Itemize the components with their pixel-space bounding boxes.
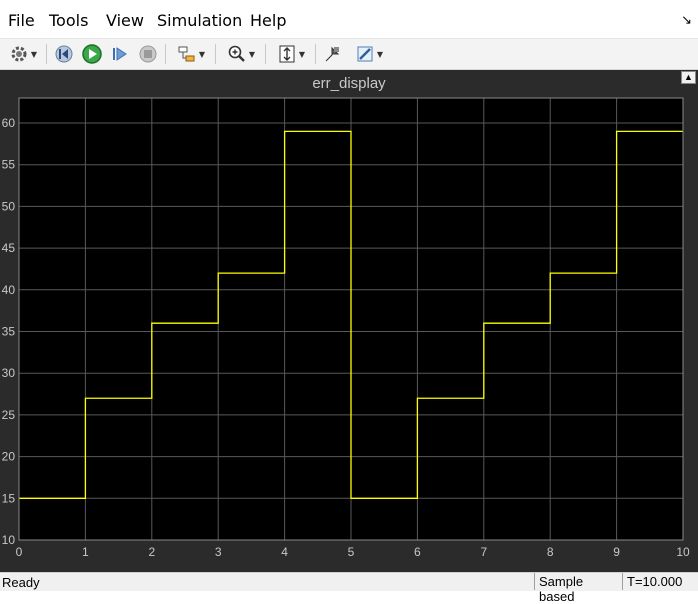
- toolbar-divider: [165, 44, 166, 64]
- status-sample-mode: Sample based: [534, 573, 622, 604]
- x-tick-label: 7: [480, 545, 487, 559]
- chevron-down-icon: ▼: [198, 49, 206, 59]
- y-tick-label: 30: [2, 366, 16, 380]
- chevron-down-icon: ▼: [248, 49, 256, 59]
- y-tick-label: 55: [2, 158, 16, 172]
- y-tick-label: 35: [2, 325, 16, 339]
- menu-view[interactable]: View: [106, 11, 144, 30]
- style-icon: [357, 46, 373, 62]
- menu-file[interactable]: File: [8, 11, 35, 30]
- y-tick-label: 40: [2, 283, 16, 297]
- x-tick-label: 10: [676, 545, 690, 559]
- write-access-button[interactable]: [321, 42, 345, 66]
- gear-icon: [11, 46, 27, 62]
- x-tick-label: 6: [414, 545, 421, 559]
- zoom-button[interactable]: ▼: [221, 42, 261, 66]
- y-tick-label: 10: [2, 533, 16, 547]
- undock-icon[interactable]: ↘: [681, 12, 692, 28]
- x-tick-label: 3: [215, 545, 222, 559]
- step-forward-icon: [113, 47, 127, 61]
- menu-help[interactable]: Help: [250, 11, 286, 30]
- y-tick-label: 60: [2, 116, 16, 130]
- y-tick-label: 25: [2, 408, 16, 422]
- menu-tools[interactable]: Tools: [49, 11, 88, 30]
- x-tick-label: 5: [348, 545, 355, 559]
- fit-axes-icon: [279, 45, 295, 63]
- x-tick-label: 0: [16, 545, 23, 559]
- x-tick-label: 9: [613, 545, 620, 559]
- menu-simulation[interactable]: Simulation: [157, 11, 242, 30]
- fit-axes-button[interactable]: ▼: [271, 42, 311, 66]
- status-time: T=10.000: [622, 573, 698, 590]
- run-button[interactable]: [80, 42, 104, 66]
- write-access-icon: [325, 46, 340, 62]
- toolbar-divider: [315, 44, 316, 64]
- x-tick-label: 8: [547, 545, 554, 559]
- y-tick-label: 20: [2, 450, 16, 464]
- y-tick-label: 50: [2, 199, 16, 213]
- chevron-down-icon: ▼: [298, 49, 306, 59]
- status-ready: Ready: [2, 575, 40, 590]
- stop-button[interactable]: [136, 42, 160, 66]
- step-forward-button[interactable]: [108, 42, 132, 66]
- style-button[interactable]: ▼: [349, 42, 389, 66]
- highlight-block-icon: [178, 46, 195, 62]
- highlight-block-button[interactable]: ▼: [171, 42, 211, 66]
- toolbar-divider: [46, 44, 47, 64]
- run-icon: [82, 44, 102, 64]
- chevron-down-icon: ▼: [30, 49, 38, 59]
- y-tick-label: 15: [2, 491, 16, 505]
- status-bar: Ready Sample based T=10.000: [0, 572, 698, 604]
- y-tick-label: 45: [2, 241, 16, 255]
- toolbar-divider: [265, 44, 266, 64]
- toolbar: ▼ ▼ ▼ ▼ ▼: [0, 38, 698, 70]
- x-tick-label: 2: [148, 545, 155, 559]
- stop-icon: [139, 45, 157, 63]
- x-tick-label: 4: [281, 545, 288, 559]
- menu-bar: File Tools View Simulation Help ↘: [0, 0, 698, 38]
- toolbar-divider: [215, 44, 216, 64]
- scope-plot[interactable]: 0 1 2 3 4 5 6 7 8 9 101015202530354045505560: [0, 70, 698, 572]
- rewind-icon: [55, 45, 73, 63]
- x-tick-label: 1: [82, 545, 89, 559]
- chevron-down-icon: ▼: [376, 49, 384, 59]
- zoom-in-icon: [228, 45, 245, 62]
- configuration-button[interactable]: ▼: [4, 42, 42, 66]
- rewind-button[interactable]: [52, 42, 76, 66]
